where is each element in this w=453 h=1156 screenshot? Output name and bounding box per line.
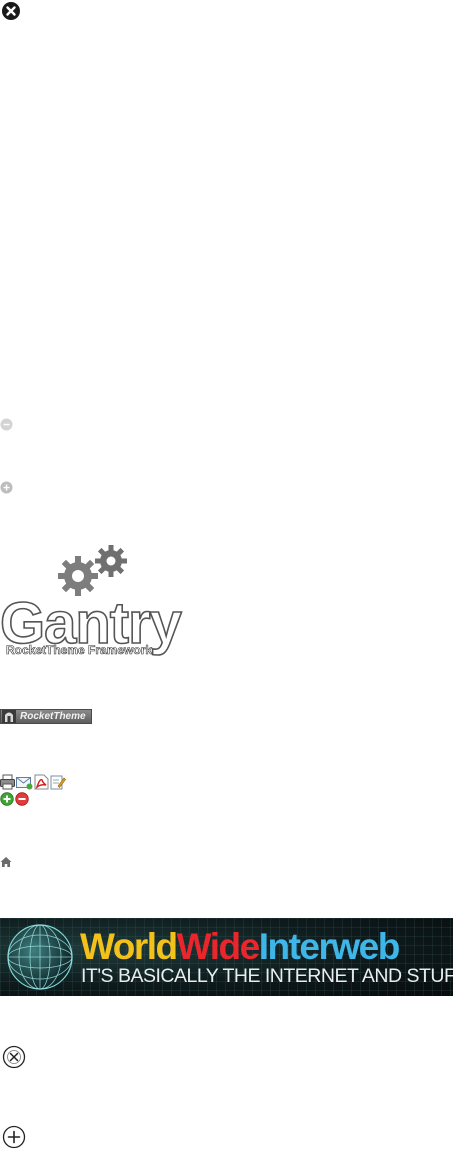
rockettheme-label: RocketTheme xyxy=(20,710,86,722)
plus-icon[interactable] xyxy=(0,481,13,494)
gantry-logo: Gantry RocketTheme Framework xyxy=(0,540,190,662)
pdf-icon[interactable] xyxy=(34,774,49,790)
banner-tagline: IT'S BASICALLY THE INTERNET AND STUFF xyxy=(81,965,453,987)
plus-outline-icon[interactable] xyxy=(2,1125,26,1149)
article-tools xyxy=(0,774,66,790)
rocket-icon xyxy=(2,710,16,723)
site-banner[interactable]: WorldWideInterweb IT'S BASICALLY THE INT… xyxy=(0,918,453,996)
edit-icon[interactable] xyxy=(50,774,66,790)
close-icon[interactable] xyxy=(1,1,21,21)
rockettheme-badge[interactable]: RocketTheme xyxy=(0,709,92,724)
home-icon[interactable] xyxy=(0,856,12,868)
remove-icon[interactable] xyxy=(15,792,29,806)
banner-title-world: World xyxy=(80,926,178,967)
email-icon[interactable] xyxy=(16,774,33,790)
add-remove-tools xyxy=(0,792,29,808)
banner-title-wide: Wide xyxy=(176,926,261,967)
globe-icon xyxy=(7,924,73,990)
add-icon[interactable] xyxy=(0,792,14,806)
gantry-subtitle: RocketTheme Framework xyxy=(6,643,153,657)
close-outline-icon[interactable] xyxy=(2,1045,26,1069)
gear-icon xyxy=(95,545,127,577)
minus-icon[interactable] xyxy=(0,418,13,431)
banner-title: WorldWideInterweb xyxy=(80,926,401,967)
banner-title-interweb: Interweb xyxy=(258,926,401,967)
printer-icon[interactable] xyxy=(0,774,15,790)
